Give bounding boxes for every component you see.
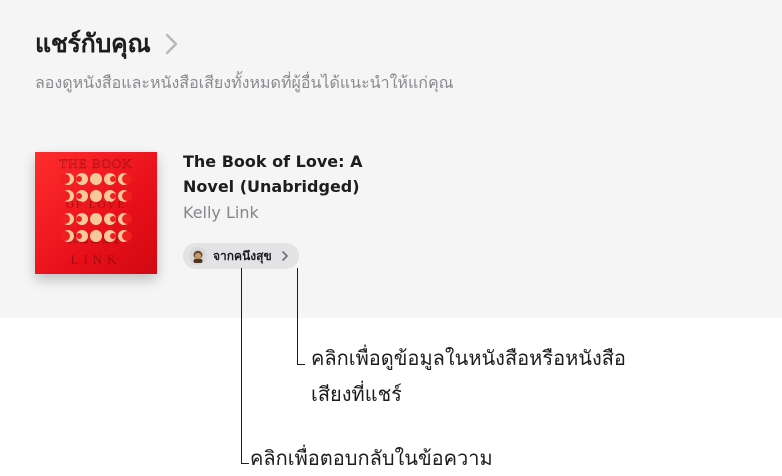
cover-text-line4: LINK [70, 252, 121, 267]
callout-details-text: คลิกเพื่อดูข้อมูลในหนังสือหรือหนังสือเสี… [311, 346, 626, 406]
callout-reply-text: คลิกเพื่อตอบกลับในข้อความ [250, 446, 493, 470]
callout-line-reply [241, 268, 243, 464]
section-header[interactable]: แชร์กับคุณ [35, 24, 182, 64]
section-subtitle: ลองดูหนังสือและหนังสือเสียงทั้งหมดที่ผู้… [35, 73, 454, 92]
book-cover-art: THE BOOK KELLY OF LOVE LINK [59, 156, 132, 267]
chevron-right-icon [281, 251, 288, 261]
shared-with-you-panel: แชร์กับคุณ ลองดูหนังสือและหนังสือเสียงทั… [0, 0, 782, 318]
memoji-avatar-icon [189, 247, 207, 265]
book-cover[interactable]: THE BOOK KELLY OF LOVE LINK [35, 152, 157, 274]
section-title: แชร์กับคุณ [35, 29, 151, 58]
callout-line-details-tick [297, 364, 305, 366]
book-author: Kelly Link [183, 203, 259, 222]
cover-text-line1: THE BOOK [59, 156, 132, 171]
chevron-right-icon [166, 33, 178, 55]
cover-text-line2: OF LOVE [66, 199, 126, 211]
callout-line-reply-tick [241, 463, 249, 465]
shared-from-label: จากคนึงสุข [213, 248, 272, 263]
shared-from-button[interactable]: จากคนึงสุข [183, 243, 299, 269]
book-title[interactable]: The Book of Love: A Novel (Unabridged) [183, 149, 413, 199]
callout-line-details [297, 268, 299, 364]
